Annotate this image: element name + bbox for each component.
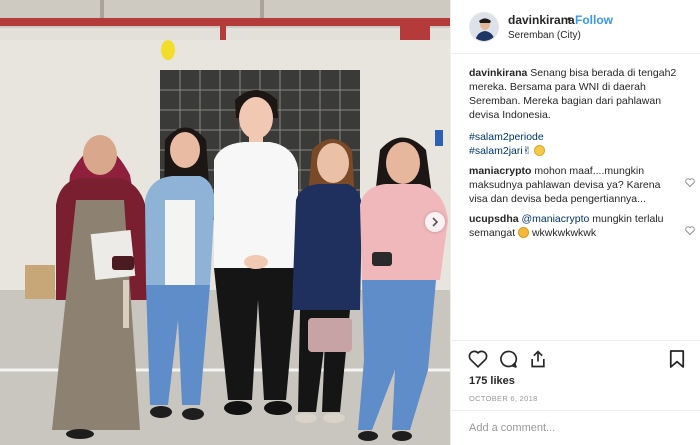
post-username[interactable]: davinkirana <box>508 13 575 27</box>
comment-item: ucupsdha @maniacrypto mungkin terlalu se… <box>469 212 695 240</box>
hashtag-link[interactable]: #salam2jari✌ <box>469 145 532 157</box>
comment-like-icon[interactable] <box>685 178 695 187</box>
caption-username[interactable]: davinkirana <box>469 67 527 79</box>
post-side-panel: davinkirana • Follow Seremban (City) dav… <box>450 0 700 445</box>
add-comment-bar <box>451 410 700 445</box>
post-photo[interactable] <box>0 0 450 445</box>
carousel-next-button[interactable] <box>425 212 445 232</box>
hashtag-link[interactable]: #salam2periode <box>469 130 677 144</box>
comment-icon[interactable] <box>498 349 518 369</box>
comment-mention[interactable]: @maniacrypto <box>522 213 590 225</box>
heart-icon[interactable] <box>468 349 488 368</box>
avatar[interactable] <box>469 12 499 42</box>
comment-text-after: wkwkwkwkwk <box>531 227 597 239</box>
comments-list: davinkirana Senang bisa berada di tengah… <box>469 66 695 246</box>
laughing-cat-emoji-icon <box>518 227 530 238</box>
comment-username[interactable]: maniacrypto <box>469 165 531 177</box>
post-caption: davinkirana Senang bisa berada di tengah… <box>469 66 691 158</box>
comment-username[interactable]: ucupsdha <box>469 213 519 225</box>
follow-button[interactable]: Follow <box>575 13 613 27</box>
chevron-right-icon <box>432 217 439 227</box>
post-header: davinkirana • Follow Seremban (City) <box>451 0 700 54</box>
share-icon[interactable] <box>528 349 548 369</box>
post-date[interactable]: OCTOBER 6, 2018 <box>469 394 538 403</box>
likes-count[interactable]: 175 likes <box>469 375 515 387</box>
add-comment-input[interactable] <box>469 420 684 436</box>
smile-emoji-icon <box>534 145 546 156</box>
separator-dot: • <box>567 12 572 26</box>
group-photo-image <box>0 0 450 445</box>
bookmark-icon[interactable] <box>669 349 685 369</box>
post-location[interactable]: Seremban (City) <box>508 30 581 41</box>
comment-like-icon[interactable] <box>685 226 695 235</box>
comment-item: maniacrypto mohon maaf....mungkin maksud… <box>469 164 695 206</box>
avatar-image <box>470 13 498 41</box>
post-actions <box>451 340 700 380</box>
